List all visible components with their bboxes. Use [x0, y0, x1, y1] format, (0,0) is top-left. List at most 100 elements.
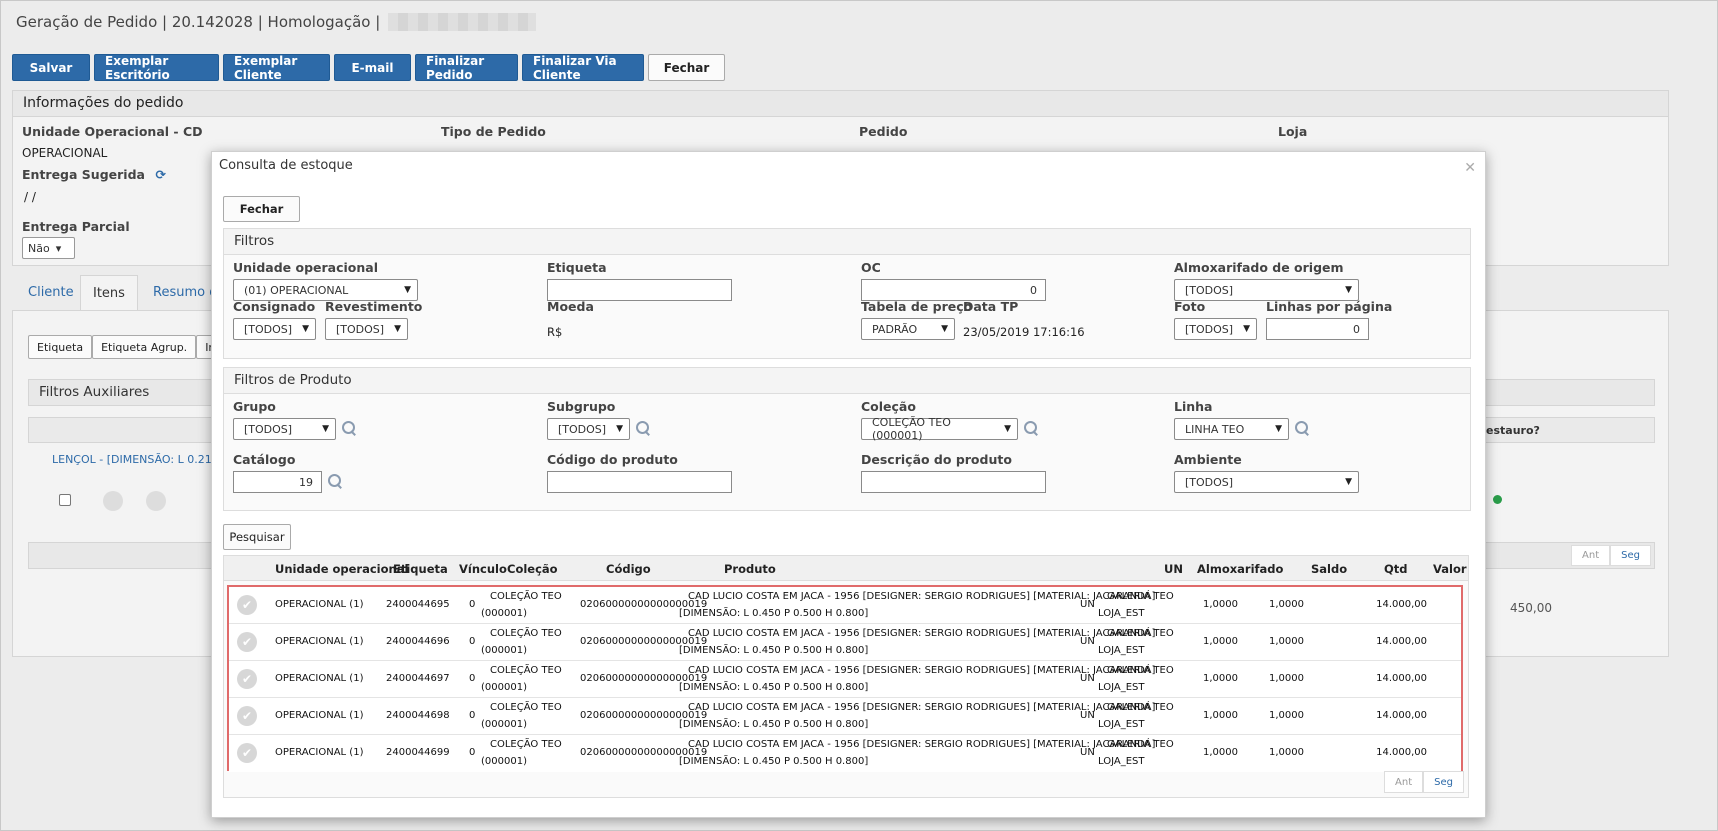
lines-per-page-input[interactable]: 0 — [1266, 318, 1369, 340]
cell-collection-1: COLEÇÃO TEO — [490, 702, 562, 713]
table-row[interactable]: ✔ OPERACIONAL (1) 2400044699 0 COLEÇÃO T… — [229, 735, 1461, 772]
cell-unit: OPERACIONAL (1) — [275, 710, 364, 721]
select-check-icon[interactable]: ✔ — [237, 595, 257, 615]
finish-client-button[interactable]: Finalizar Via Cliente — [522, 54, 644, 82]
date-tp-value: 23/05/2019 17:16:16 — [963, 325, 1085, 339]
select-check-icon[interactable]: ✔ — [237, 669, 257, 689]
next-page-button[interactable]: Seg — [1423, 771, 1464, 793]
cell-un: UN — [1080, 599, 1095, 610]
col-code: Código — [606, 562, 651, 576]
results-pager: Ant Seg — [1384, 771, 1464, 793]
cell-tag: 2400044696 — [386, 636, 450, 647]
select-check-icon[interactable]: ✔ — [237, 706, 257, 726]
tag-filter-input[interactable] — [547, 279, 732, 301]
select-check-icon[interactable]: ✔ — [237, 743, 257, 763]
filters-heading: Filtros — [224, 229, 1470, 255]
cell-tag: 2400044698 — [386, 710, 450, 721]
table-row[interactable]: ✔ OPERACIONAL (1) 2400044698 0 COLEÇÃO T… — [229, 698, 1461, 735]
toolbar: Salvar Exemplar Escritório Exemplar Clie… — [12, 54, 725, 82]
close-icon[interactable]: ✕ — [1464, 160, 1476, 176]
select-check-icon[interactable]: ✔ — [237, 632, 257, 652]
chevron-down-icon: ▼ — [1004, 424, 1011, 434]
coating-select[interactable]: [TODOS] ▼ — [325, 318, 408, 340]
tab-cliente[interactable]: Cliente — [16, 275, 86, 311]
chevron-down-icon: ▼ — [302, 324, 309, 334]
col-collection: Coleção — [507, 562, 558, 576]
cell-warehouse-1: GALERIA TEO — [1107, 591, 1174, 602]
photo-select[interactable]: [TODOS] ▼ — [1174, 318, 1257, 340]
product-desc-input[interactable] — [861, 471, 1046, 493]
cell-link: 0 — [469, 599, 476, 610]
item-action-icon[interactable] — [103, 491, 123, 511]
group-label-button[interactable]: Etiqueta Agrup. — [92, 335, 197, 359]
warehouse-filter-select[interactable]: [TODOS] ▼ — [1174, 279, 1359, 301]
cell-balance: 1,0000 — [1203, 599, 1238, 610]
environment-select[interactable]: [TODOS] ▼ — [1174, 471, 1359, 493]
results-table: Unidade operacional Etiqueta Vínculo Col… — [223, 555, 1469, 798]
table-row[interactable]: ✔ OPERACIONAL (1) 2400044695 0 COLEÇÃO T… — [229, 587, 1461, 624]
group-select[interactable]: [TODOS] ▼ — [233, 418, 336, 440]
cell-warehouse: GALERIA TEO LOJA_EST — [1098, 736, 1174, 770]
save-button[interactable]: Salvar — [12, 54, 90, 81]
refresh-icon[interactable]: ⟳ — [155, 167, 165, 182]
unit-filter-select[interactable]: (01) OPERACIONAL ▼ — [233, 279, 418, 301]
table-row[interactable]: ✔ OPERACIONAL (1) 2400044696 0 COLEÇÃO T… — [229, 624, 1461, 661]
item-return-icon[interactable] — [146, 491, 166, 511]
item-checkbox[interactable] — [59, 494, 71, 506]
consigned-select[interactable]: [TODOS] ▼ — [233, 318, 316, 340]
search-button[interactable]: Pesquisar — [223, 524, 291, 550]
cell-un: UN — [1080, 673, 1095, 684]
cell-warehouse: GALERIA TEO LOJA_EST — [1098, 588, 1174, 622]
partial-delivery-select[interactable]: Não ▾ — [22, 237, 75, 259]
search-icon[interactable] — [1294, 420, 1310, 436]
client-copy-button[interactable]: Exemplar Cliente — [223, 54, 330, 82]
chevron-down-icon: ▼ — [1345, 477, 1352, 487]
col-tag: Etiqueta — [393, 562, 448, 576]
search-icon[interactable] — [1023, 420, 1039, 436]
product-code-input[interactable] — [547, 471, 732, 493]
cell-warehouse: GALERIA TEO LOJA_EST — [1098, 662, 1174, 696]
cell-warehouse-2: LOJA_EST — [1098, 645, 1145, 656]
stock-query-modal: Consulta de estoque ✕ Fechar Filtros Uni… — [211, 151, 1486, 818]
search-icon[interactable] — [327, 473, 343, 489]
table-row[interactable]: ✔ OPERACIONAL (1) 2400044697 0 COLEÇÃO T… — [229, 661, 1461, 698]
product-code-label: Código do produto — [547, 452, 678, 467]
order-info-heading: Informações do pedido — [13, 91, 1668, 117]
items-total: 450,00 — [1510, 601, 1552, 615]
cell-balance: 1,0000 — [1203, 636, 1238, 647]
col-balance: Saldo — [1311, 562, 1348, 576]
oc-filter-input[interactable]: 0 — [861, 279, 1046, 301]
items-next-button[interactable]: Seg — [1610, 545, 1651, 566]
cell-qty: 1,0000 — [1269, 747, 1304, 758]
search-icon[interactable] — [341, 420, 357, 436]
close-button[interactable]: Fechar — [648, 54, 725, 81]
partial-delivery-label: Entrega Parcial — [22, 219, 130, 234]
cell-warehouse-2: LOJA_EST — [1098, 756, 1145, 767]
modal-close-button[interactable]: Fechar — [223, 196, 300, 222]
finish-order-button[interactable]: Finalizar Pedido — [415, 54, 518, 82]
cell-qty: 1,0000 — [1269, 599, 1304, 610]
cell-balance: 1,0000 — [1203, 673, 1238, 684]
items-prev-button[interactable]: Ant — [1571, 545, 1611, 566]
price-table-select[interactable]: PADRÃO ▼ — [861, 318, 955, 340]
catalog-input[interactable]: 19 — [233, 471, 322, 493]
restauro-header: estauro? — [1486, 424, 1540, 437]
photo-value: [TODOS] — [1185, 322, 1234, 336]
label-button[interactable]: Etiqueta — [28, 335, 93, 359]
delivery-label: Entrega Sugerida ⟳ — [22, 167, 166, 182]
warehouse-filter-label: Almoxarifado de origem — [1174, 260, 1344, 275]
search-icon[interactable] — [635, 420, 651, 436]
cell-collection-2: (000001) — [481, 756, 527, 767]
email-button[interactable]: E-mail — [334, 54, 411, 81]
office-copy-button[interactable]: Exemplar Escritório — [94, 54, 219, 82]
prev-page-button[interactable]: Ant — [1384, 771, 1424, 793]
subgroup-select[interactable]: [TODOS] ▼ — [547, 418, 630, 440]
collection-select[interactable]: COLEÇÃO TEO (000001) ▼ — [861, 416, 1018, 442]
tab-itens[interactable]: Itens — [80, 275, 138, 311]
cell-collection: COLEÇÃO TEO (000001) — [481, 625, 576, 659]
results-rows: ✔ OPERACIONAL (1) 2400044695 0 COLEÇÃO T… — [227, 585, 1463, 772]
cell-collection: COLEÇÃO TEO (000001) — [481, 588, 576, 622]
warehouse-filter-value: [TODOS] — [1185, 283, 1234, 297]
line-select[interactable]: LINHA TEO ▼ — [1174, 418, 1289, 440]
redacted-user — [388, 13, 537, 31]
